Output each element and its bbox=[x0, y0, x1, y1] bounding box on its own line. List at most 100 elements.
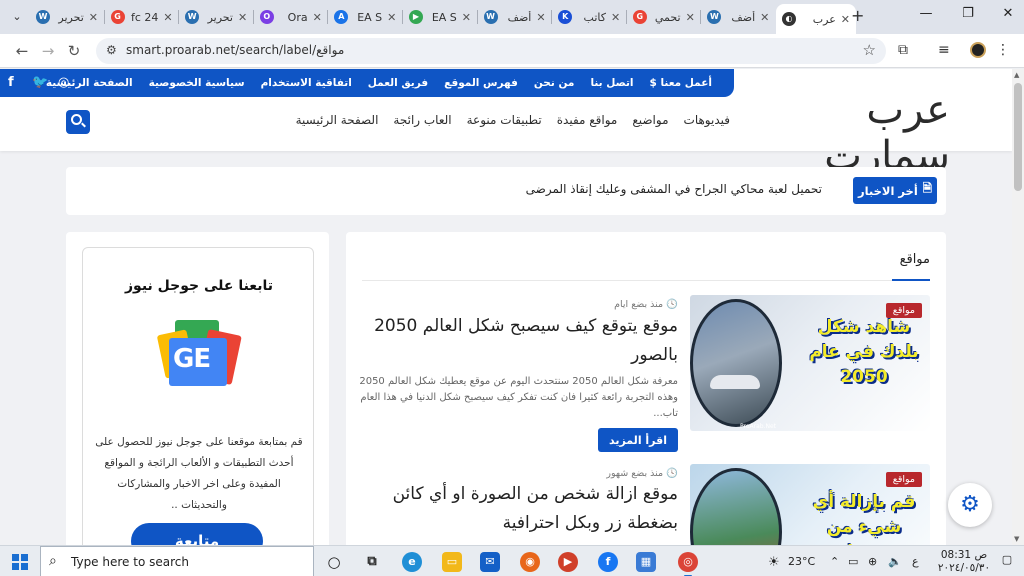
follow-button[interactable]: متابعة bbox=[131, 523, 263, 545]
settings-gear-icon[interactable]: ⚙ bbox=[948, 483, 992, 527]
top-link[interactable]: فهرس الموقع bbox=[444, 77, 518, 89]
nav-item[interactable]: مواقع مفيدة bbox=[557, 113, 618, 127]
browser-tab[interactable]: A EA S ✕ bbox=[328, 4, 402, 30]
top-link[interactable]: أعمل معنا $ bbox=[650, 77, 712, 89]
close-tab-icon[interactable]: ✕ bbox=[686, 11, 695, 24]
edge-icon[interactable]: e bbox=[402, 552, 422, 572]
facebook-app-icon[interactable]: f bbox=[598, 552, 618, 572]
facebook-icon[interactable]: f bbox=[8, 75, 14, 90]
url-text[interactable]: smart.proarab.net/search/label/مواقع bbox=[126, 43, 344, 57]
tab-favicon-icon: ▶ bbox=[409, 10, 423, 24]
bookmark-star-icon[interactable]: ☆ bbox=[863, 41, 876, 59]
chrome-icon[interactable]: ◎ bbox=[678, 552, 698, 576]
menu-kebab-icon[interactable]: ⋮ bbox=[996, 42, 1010, 58]
post-title[interactable]: موقع ازالة شخص من الصورة او أي كائن بضغط… bbox=[358, 480, 678, 538]
tab-favicon-icon: ◐ bbox=[782, 12, 796, 26]
clock-icon: 🕓 bbox=[666, 299, 678, 310]
windows-start-icon[interactable] bbox=[12, 554, 28, 570]
tray-chevron-icon[interactable]: ⌃ bbox=[830, 555, 839, 568]
media-control-icon[interactable]: ≡ bbox=[938, 42, 950, 58]
temperature[interactable]: 23°C bbox=[788, 555, 815, 568]
file-explorer-icon[interactable]: ▭ bbox=[442, 552, 462, 572]
tab-favicon-icon: G bbox=[110, 10, 125, 24]
back-icon[interactable]: ← bbox=[12, 41, 32, 61]
browser-tab[interactable]: W أضف ✕ bbox=[701, 4, 775, 30]
profile-avatar[interactable] bbox=[970, 42, 986, 58]
battery-icon[interactable]: ▭ bbox=[848, 555, 858, 568]
post-thumbnail[interactable]: قم بإزالة أي شيء من صورك مواقع bbox=[690, 464, 930, 545]
site-info-icon[interactable]: ⚙ bbox=[106, 43, 117, 57]
restore-icon[interactable]: ❐ bbox=[958, 6, 978, 21]
reload-icon[interactable]: ↻ bbox=[64, 41, 84, 61]
close-tab-icon[interactable]: ✕ bbox=[387, 11, 396, 24]
top-link[interactable]: من نحن bbox=[534, 77, 575, 89]
top-link[interactable]: الصفحة الرئيسية bbox=[46, 77, 133, 89]
read-more-button[interactable]: اقرأ المزيد bbox=[598, 428, 678, 452]
system-clock[interactable]: 08:31 ص ٢٠٢٤/٠٥/٣٠ bbox=[934, 549, 994, 575]
firefox-icon[interactable]: ◉ bbox=[520, 552, 540, 572]
browser-tab[interactable]: W أضف ✕ bbox=[478, 4, 552, 30]
tab-title: EA S bbox=[431, 10, 457, 24]
tab-search-icon[interactable]: ⌄ bbox=[6, 7, 28, 27]
close-tab-icon[interactable]: ✕ bbox=[462, 11, 471, 24]
ticker-headline[interactable]: تحميل لعبة محاكي الجراح في المشفى وعليك … bbox=[526, 182, 822, 196]
extensions-icon[interactable]: ⧉ bbox=[898, 42, 908, 58]
close-tab-icon[interactable]: ✕ bbox=[841, 13, 850, 26]
cortana-icon[interactable]: ○ bbox=[324, 552, 344, 572]
top-link[interactable]: اتفاقية الاستخدام bbox=[261, 77, 352, 89]
forward-icon[interactable]: → bbox=[38, 41, 58, 61]
close-window-icon[interactable]: ✕ bbox=[998, 6, 1018, 21]
posts-card: مواقع شاهد شكل بلدك في عام 2050 مواقع Pr… bbox=[346, 232, 946, 545]
close-tab-icon[interactable]: ✕ bbox=[163, 11, 172, 24]
close-tab-icon[interactable]: ✕ bbox=[238, 11, 247, 24]
close-tab-icon[interactable]: ✕ bbox=[89, 11, 98, 24]
site-search-button[interactable] bbox=[66, 110, 90, 134]
network-icon[interactable]: ⊕ bbox=[868, 555, 877, 568]
task-view-icon[interactable]: ⧉ bbox=[362, 552, 382, 572]
browser-tab[interactable]: K كاتب ✕ bbox=[552, 4, 626, 30]
nav-item[interactable]: مواضيع bbox=[632, 113, 668, 127]
browser-tab[interactable]: Gfc 24 ✕ bbox=[105, 4, 179, 30]
top-link[interactable]: سياسية الخصوصية bbox=[149, 77, 245, 89]
close-tab-icon[interactable]: ✕ bbox=[760, 11, 769, 24]
media-player-icon[interactable]: ▶ bbox=[558, 552, 578, 572]
browser-tab[interactable]: ◐ عرب ✕ bbox=[776, 4, 856, 34]
close-tab-icon[interactable]: ✕ bbox=[536, 11, 545, 24]
store-icon[interactable]: ▦ bbox=[636, 552, 656, 572]
close-tab-icon[interactable]: ✕ bbox=[313, 11, 322, 24]
site-logo[interactable]: عرب سمارت bbox=[744, 87, 951, 179]
post-date: 🕓 منذ بضع شهور bbox=[606, 468, 678, 479]
close-tab-icon[interactable]: ✕ bbox=[611, 11, 620, 24]
language-indicator[interactable]: ع bbox=[912, 555, 919, 568]
latest-news-button[interactable]: 🗎 أخر الاخبار bbox=[853, 177, 937, 204]
scrollbar-thumb[interactable] bbox=[1014, 83, 1022, 191]
widget-description: قم بمتابعة موقعنا على جوجل نيوز للحصول ع… bbox=[95, 436, 303, 511]
category-badge[interactable]: مواقع bbox=[885, 303, 922, 318]
browser-tab[interactable]: W تحرير ✕ bbox=[179, 4, 253, 30]
address-bar[interactable]: ⚙ smart.proarab.net/search/label/مواقع ☆ bbox=[96, 38, 886, 64]
tab-title: كاتب bbox=[583, 10, 606, 24]
browser-tab[interactable]: O Ora ✕ bbox=[254, 4, 328, 30]
top-link[interactable]: فريق العمل bbox=[368, 77, 428, 89]
page-scrollbar[interactable]: ▲ ▼ bbox=[1012, 69, 1024, 545]
post-thumbnail[interactable]: شاهد شكل بلدك في عام 2050 مواقع ProArab.… bbox=[690, 295, 930, 431]
minimize-icon[interactable]: — bbox=[916, 6, 936, 21]
nav-item[interactable]: فيديوهات bbox=[684, 113, 730, 127]
thumbnail-tag: ProArab.Net bbox=[740, 423, 777, 430]
browser-tab[interactable]: W تحرير ✕ bbox=[30, 4, 104, 30]
post-excerpt: معرفة شكل العالم 2050 سنتحدث اليوم عن مو… bbox=[359, 376, 678, 419]
browser-tab[interactable]: ▶ EA S ✕ bbox=[403, 4, 477, 30]
nav-item[interactable]: العاب رائجة bbox=[393, 113, 451, 127]
mail-icon[interactable]: ✉ bbox=[480, 552, 500, 572]
nav-item[interactable]: الصفحة الرئيسية bbox=[296, 113, 379, 127]
weather-icon[interactable]: ☀ bbox=[768, 555, 780, 570]
category-badge[interactable]: مواقع bbox=[885, 472, 922, 487]
browser-tab[interactable]: G تحمي ✕ bbox=[627, 4, 701, 30]
notifications-icon[interactable]: ▢ bbox=[996, 553, 1018, 570]
taskbar-search-box[interactable]: ⌕ Type here to search bbox=[40, 546, 314, 576]
nav-item[interactable]: تطبيقات منوعة bbox=[467, 113, 542, 127]
top-link[interactable]: اتصل بنا bbox=[590, 77, 633, 89]
new-tab-icon[interactable]: + bbox=[851, 6, 864, 25]
volume-icon[interactable]: 🔈 bbox=[888, 555, 902, 568]
post-title[interactable]: موقع يتوقع كيف سيصبح شكل العالم 2050 بال… bbox=[358, 312, 678, 370]
